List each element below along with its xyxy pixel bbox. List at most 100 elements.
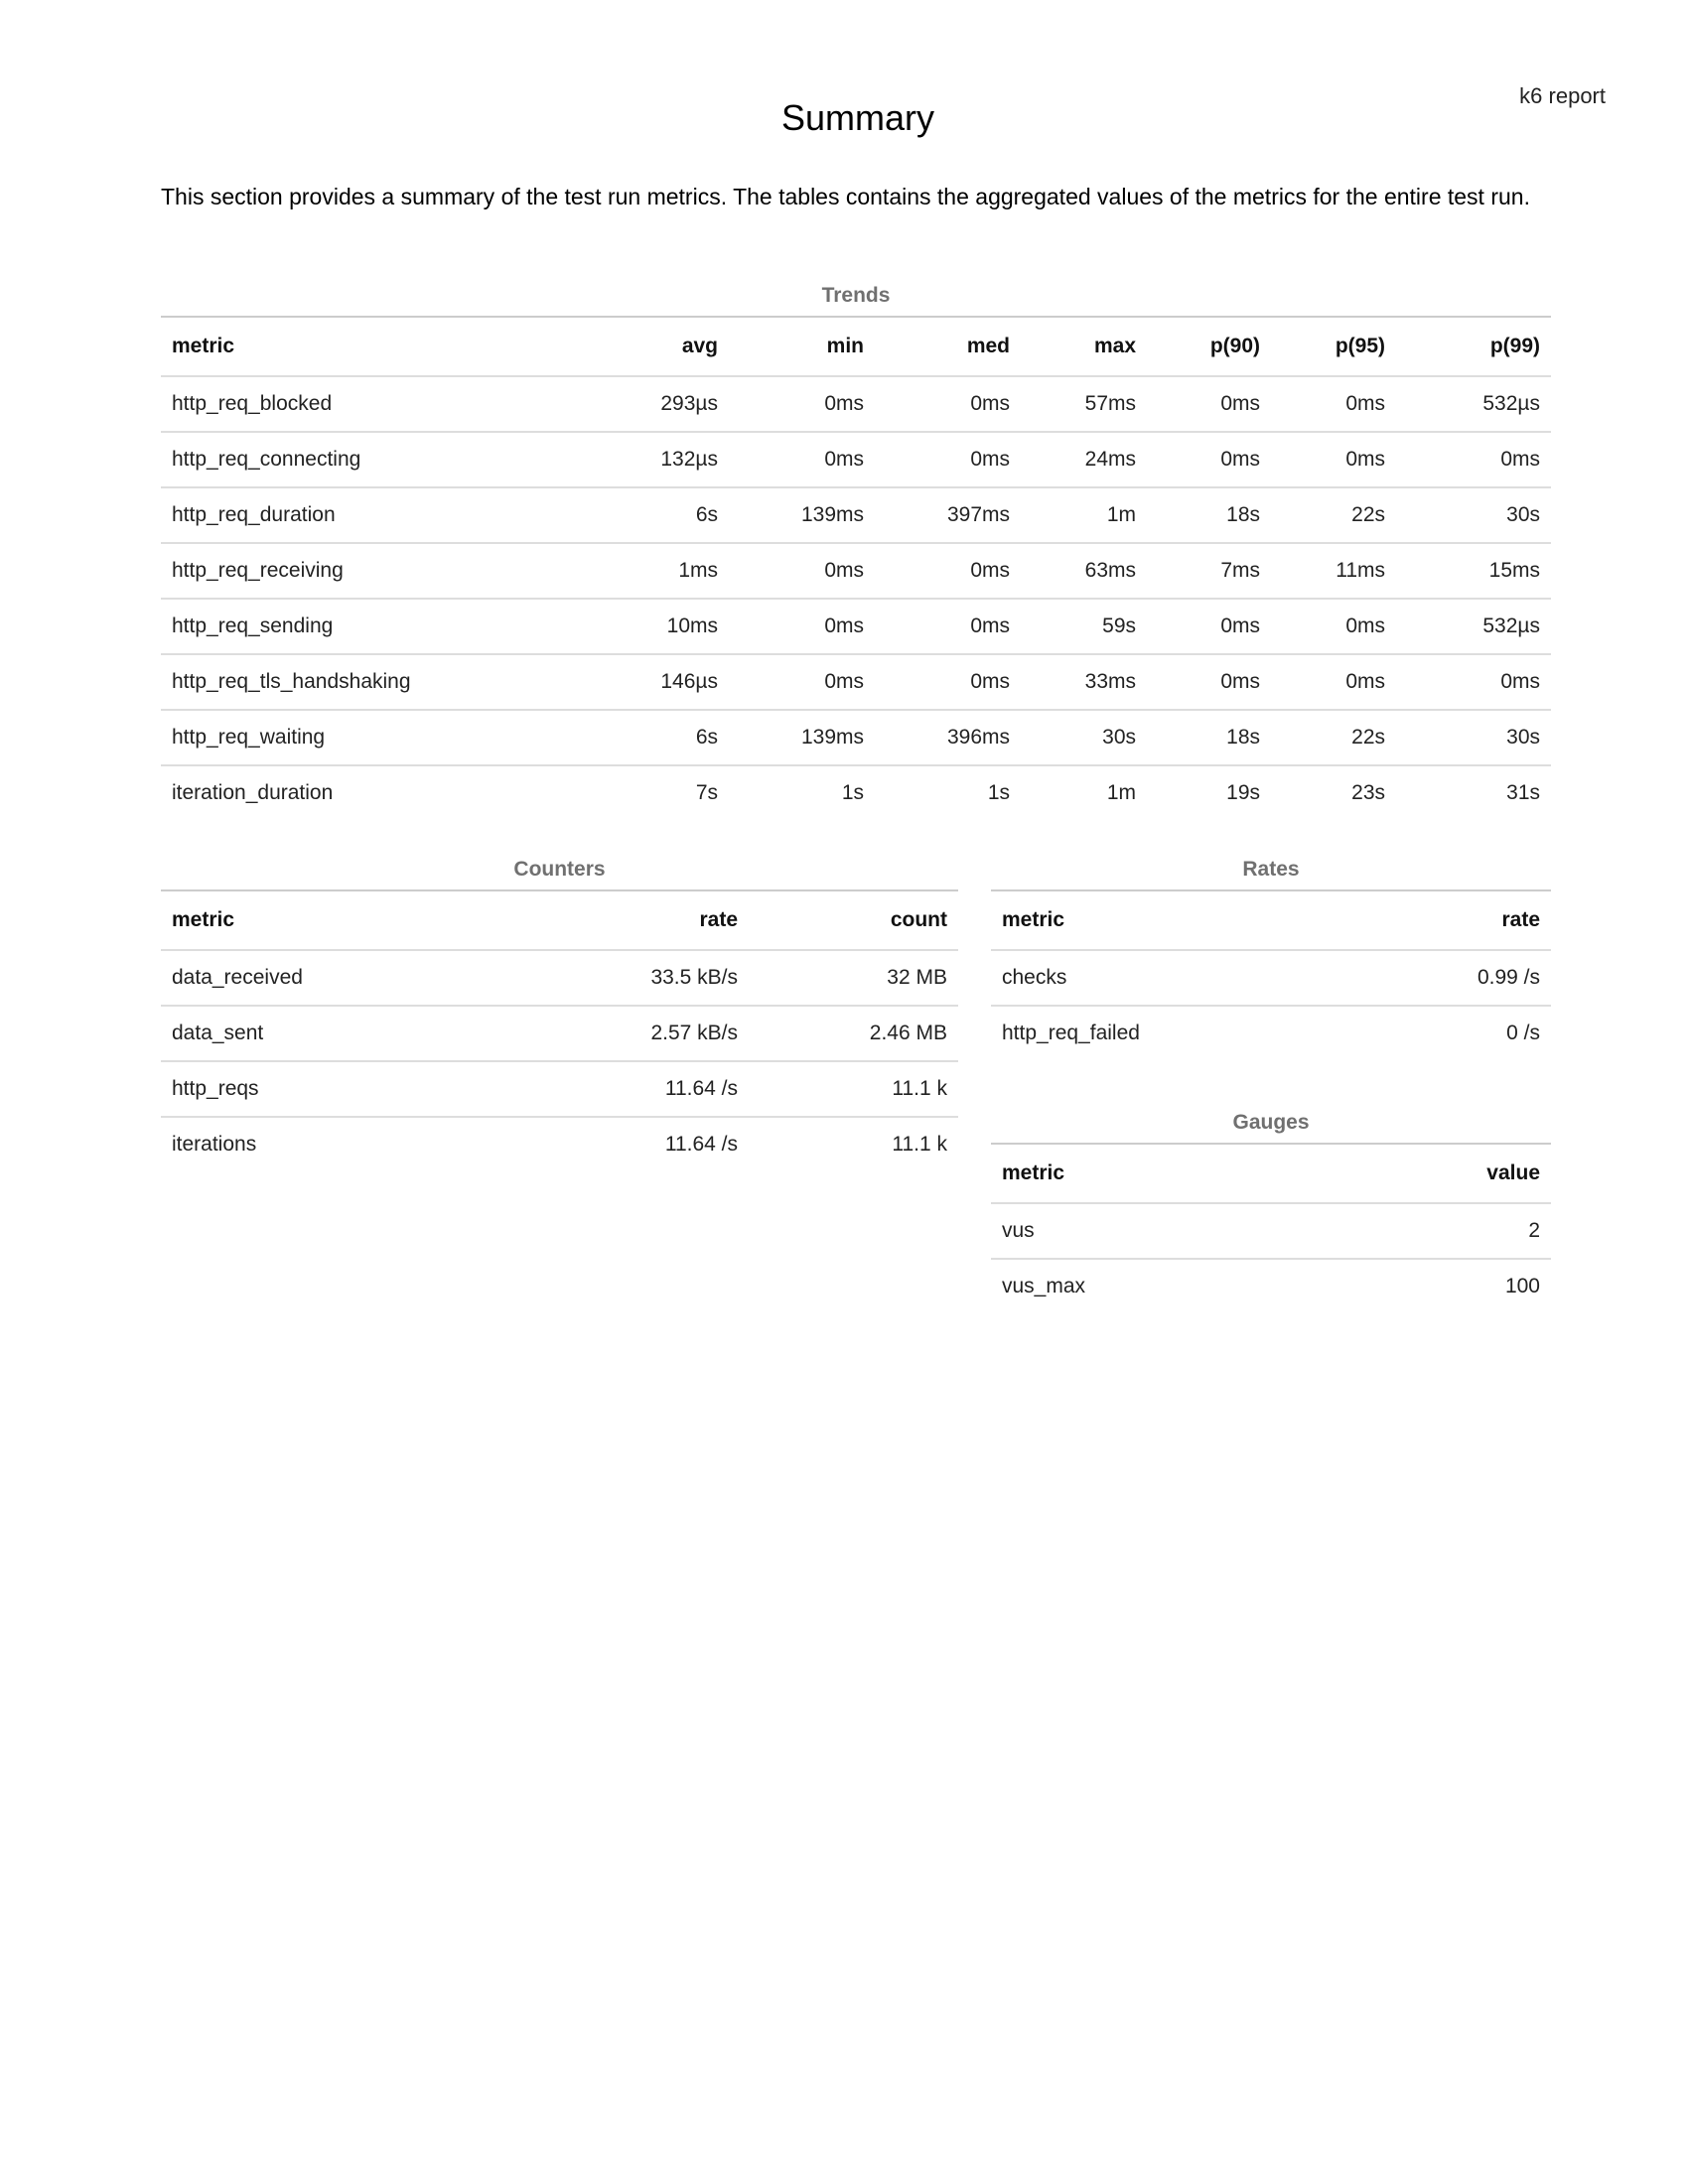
metric-value-cell: 0ms xyxy=(875,653,1021,710)
metric-value-cell: 0.99 /s xyxy=(1289,949,1551,1006)
metric-value-cell: 6s xyxy=(609,486,729,543)
metric-value-cell: 0ms xyxy=(1147,375,1271,432)
metric-value-cell: 11.64 /s xyxy=(600,1060,749,1117)
metric-value-cell: 0ms xyxy=(875,598,1021,654)
table-row: iteration_duration 7s 1s 1s 1m 19s 23s 31s xyxy=(161,764,1551,820)
metric-name-cell: iteration_duration xyxy=(161,764,609,820)
metric-value-cell: 11.64 /s xyxy=(600,1116,749,1171)
metric-value-cell: 0ms xyxy=(729,375,875,432)
trends-section: Trends metric avg min med max p(90) p(95) p(99)… xyxy=(161,276,1551,820)
metric-value-cell: 2.46 MB xyxy=(749,1005,958,1061)
rates-header-row: metric rate xyxy=(991,889,1551,950)
metric-value-cell: 1m xyxy=(1021,486,1147,543)
metric-value-cell: 0ms xyxy=(1271,598,1396,654)
metric-value-cell: 57ms xyxy=(1021,375,1147,432)
metric-value-cell: 32 MB xyxy=(749,949,958,1006)
rates-header-rate: rate xyxy=(1289,889,1551,950)
trends-header-min: min xyxy=(729,316,875,376)
table-row: http_req_failed 0 /s xyxy=(991,1005,1551,1060)
gauges-section: Gauges metric value vus 2 vus_max 100 xyxy=(991,1103,1551,1313)
metric-value-cell: 1s xyxy=(729,764,875,820)
metric-value-cell: 11ms xyxy=(1271,542,1396,599)
metric-value-cell: 15ms xyxy=(1396,542,1551,599)
metric-name-cell: vus xyxy=(991,1202,1289,1259)
metric-value-cell: 19s xyxy=(1147,764,1271,820)
metric-value-cell: 1m xyxy=(1021,764,1147,820)
metric-value-cell: 132µs xyxy=(609,431,729,487)
metric-value-cell: 18s xyxy=(1147,709,1271,765)
counters-section: Counters metric rate count data_received 33… xyxy=(161,850,958,1171)
metric-value-cell: 0ms xyxy=(1271,375,1396,432)
metric-name-cell: http_req_blocked xyxy=(161,375,609,432)
metric-value-cell: 7ms xyxy=(1147,542,1271,599)
metric-value-cell: 0ms xyxy=(729,598,875,654)
gauges-header-value: value xyxy=(1289,1143,1551,1203)
metric-value-cell: 10ms xyxy=(609,598,729,654)
trends-caption: Trends xyxy=(821,284,891,307)
metric-name-cell: data_sent xyxy=(161,1005,600,1061)
metric-value-cell: 0ms xyxy=(1147,431,1271,487)
table-row: http_req_blocked 293µs 0ms 0ms 57ms 0ms 0ms 532… xyxy=(161,375,1551,432)
table-row: vus_max 100 xyxy=(991,1258,1551,1313)
trends-header-med: med xyxy=(875,316,1021,376)
table-row: http_req_waiting 6s 139ms 396ms 30s 18s 22s 30s xyxy=(161,709,1551,765)
trends-header-max: max xyxy=(1021,316,1147,376)
metric-value-cell: 0ms xyxy=(1147,653,1271,710)
trends-header-p-90: p(90) xyxy=(1147,316,1271,376)
metric-value-cell: 22s xyxy=(1271,486,1396,543)
metric-value-cell: 139ms xyxy=(729,486,875,543)
table-row: http_req_connecting 132µs 0ms 0ms 24ms 0ms 0ms… xyxy=(161,431,1551,487)
table-row: http_req_receiving 1ms 0ms 0ms 63ms 7ms 11ms 15… xyxy=(161,542,1551,599)
rates-section: Rates metric rate checks 0.99 /s http_req_f… xyxy=(991,850,1551,1060)
metric-value-cell: 293µs xyxy=(609,375,729,432)
metric-name-cell: http_reqs xyxy=(161,1060,600,1117)
rates-header-metric: metric xyxy=(991,889,1289,950)
metric-value-cell: 18s xyxy=(1147,486,1271,543)
metric-value-cell: 63ms xyxy=(1021,542,1147,599)
metric-value-cell: 146µs xyxy=(609,653,729,710)
metric-value-cell: 532µs xyxy=(1396,598,1551,654)
trends-header-avg: avg xyxy=(609,316,729,376)
table-row: http_req_sending 10ms 0ms 0ms 59s 0ms 0ms 532µs xyxy=(161,598,1551,654)
metric-value-cell: 100 xyxy=(1289,1258,1551,1313)
metric-name-cell: http_req_receiving xyxy=(161,542,609,599)
metric-value-cell: 11.1 k xyxy=(749,1060,958,1117)
metric-value-cell: 30s xyxy=(1021,709,1147,765)
table-row: data_received 33.5 kB/s 32 MB xyxy=(161,949,958,1006)
metric-value-cell: 0ms xyxy=(1271,431,1396,487)
metric-value-cell: 0ms xyxy=(729,431,875,487)
metric-value-cell: 59s xyxy=(1021,598,1147,654)
rates-caption: Rates xyxy=(1242,858,1300,881)
metric-value-cell: 396ms xyxy=(875,709,1021,765)
counters-header-row: metric rate count xyxy=(161,889,958,950)
table-row: http_req_duration 6s 139ms 397ms 1m 18s 22s 30s xyxy=(161,486,1551,543)
metric-value-cell: 0ms xyxy=(875,431,1021,487)
table-row: http_reqs 11.64 /s 11.1 k xyxy=(161,1060,958,1117)
metric-name-cell: http_req_sending xyxy=(161,598,609,654)
metric-name-cell: vus_max xyxy=(991,1258,1289,1313)
metric-value-cell: 30s xyxy=(1396,709,1551,765)
metric-value-cell: 0ms xyxy=(1271,653,1396,710)
counters-caption: Counters xyxy=(513,858,606,881)
metric-value-cell: 0ms xyxy=(875,375,1021,432)
table-row: data_sent 2.57 kB/s 2.46 MB xyxy=(161,1005,958,1061)
gauges-caption: Gauges xyxy=(1232,1111,1310,1134)
gauges-header-row: metric value xyxy=(991,1143,1551,1203)
metric-value-cell: 1s xyxy=(875,764,1021,820)
metric-value-cell: 6s xyxy=(609,709,729,765)
metric-value-cell: 22s xyxy=(1271,709,1396,765)
metric-value-cell: 24ms xyxy=(1021,431,1147,487)
metric-name-cell: http_req_duration xyxy=(161,486,609,543)
metric-name-cell: http_req_waiting xyxy=(161,709,609,765)
gauges-table: metric value vus 2 vus_max 100 xyxy=(991,1143,1551,1313)
trends-header-row: metric avg min med max p(90) p(95) p(99) xyxy=(161,316,1551,376)
metric-value-cell: 11.1 k xyxy=(749,1116,958,1171)
metric-name-cell: http_req_tls_handshaking xyxy=(161,653,609,710)
trends-header-p-95: p(95) xyxy=(1271,316,1396,376)
metric-value-cell: 7s xyxy=(609,764,729,820)
table-row: vus 2 xyxy=(991,1202,1551,1259)
gauges-header-metric: metric xyxy=(991,1143,1289,1203)
page-title: Summary xyxy=(780,97,935,138)
metric-value-cell: 0ms xyxy=(1396,431,1551,487)
trends-table: metric avg min med max p(90) p(95) p(99) http_r… xyxy=(161,316,1551,820)
